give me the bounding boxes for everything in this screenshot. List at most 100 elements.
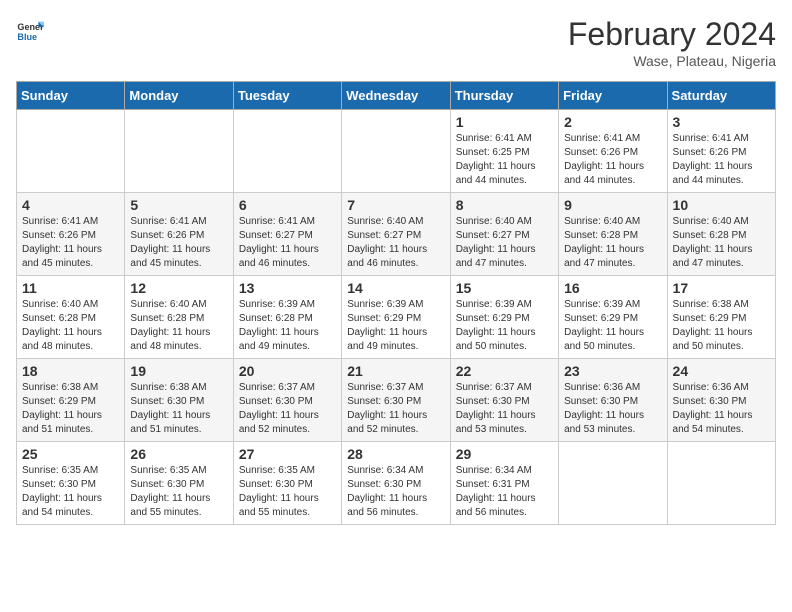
day-number: 11 <box>22 280 119 296</box>
day-info: Sunrise: 6:37 AM Sunset: 6:30 PM Dayligh… <box>456 381 553 437</box>
table-row: 8Sunrise: 6:40 AM Sunset: 6:27 PM Daylig… <box>450 193 558 276</box>
table-row <box>125 110 233 193</box>
table-row: 2 Sunrise: 6:41 AM Sunset: 6:26 PM Daylig… <box>559 110 667 193</box>
day-number: 19 <box>130 363 227 379</box>
day-info: Sunrise: 6:39 AM Sunset: 6:29 PM Dayligh… <box>347 298 444 354</box>
table-row: 27 Sunrise: 6:35 AM Sunset: 6:30 PM Dayli… <box>233 442 341 525</box>
day-number: 23 <box>564 363 661 379</box>
day-number: 12 <box>130 280 227 296</box>
table-row: 1 Sunrise: 6:41 AM Sunset: 6:25 PM Daylig… <box>450 110 558 193</box>
table-row: 16 Sunrise: 6:39 AM Sunset: 6:29 PM Dayli… <box>559 276 667 359</box>
day-number: 13 <box>239 280 336 296</box>
table-row: 4 Sunrise: 6:41 AM Sunset: 6:26 PM Daylig… <box>17 193 125 276</box>
table-row: 23Sunrise: 6:36 AM Sunset: 6:30 PM Dayli… <box>559 359 667 442</box>
day-info: Sunrise: 6:39 AM Sunset: 6:29 PM Dayligh… <box>564 298 661 354</box>
col-thursday: Thursday <box>450 82 558 110</box>
table-row: 19 Sunrise: 6:38 AM Sunset: 6:30 PM Dayli… <box>125 359 233 442</box>
table-row: 17 Sunrise: 6:38 AM Sunset: 6:29 PM Dayli… <box>667 276 775 359</box>
day-info: Sunrise: 6:40 AM Sunset: 6:28 PM Dayligh… <box>673 215 770 271</box>
day-info: Sunrise: 6:34 AM Sunset: 6:30 PM Dayligh… <box>347 464 444 520</box>
day-number: 17 <box>673 280 770 296</box>
table-row: 20Sunrise: 6:37 AM Sunset: 6:30 PM Dayli… <box>233 359 341 442</box>
table-row: 26 Sunrise: 6:35 AM Sunset: 6:30 PM Dayli… <box>125 442 233 525</box>
day-info: Sunrise: 6:39 AM Sunset: 6:29 PM Dayligh… <box>456 298 553 354</box>
day-info: Sunrise: 6:35 AM Sunset: 6:30 PM Dayligh… <box>130 464 227 520</box>
day-info: Sunrise: 6:38 AM Sunset: 6:29 PM Dayligh… <box>22 381 119 437</box>
table-row: 24Sunrise: 6:36 AM Sunset: 6:30 PM Dayli… <box>667 359 775 442</box>
day-info: Sunrise: 6:41 AM Sunset: 6:25 PM Dayligh… <box>456 132 553 188</box>
day-info: Sunrise: 6:38 AM Sunset: 6:29 PM Dayligh… <box>673 298 770 354</box>
day-info: Sunrise: 6:35 AM Sunset: 6:30 PM Dayligh… <box>239 464 336 520</box>
table-row: 6 Sunrise: 6:41 AM Sunset: 6:27 PM Daylig… <box>233 193 341 276</box>
table-row <box>342 110 450 193</box>
table-row <box>233 110 341 193</box>
table-row: 22Sunrise: 6:37 AM Sunset: 6:30 PM Dayli… <box>450 359 558 442</box>
table-row: 25 Sunrise: 6:35 AM Sunset: 6:30 PM Dayli… <box>17 442 125 525</box>
day-info: Sunrise: 6:39 AM Sunset: 6:28 PM Dayligh… <box>239 298 336 354</box>
day-info: Sunrise: 6:35 AM Sunset: 6:30 PM Dayligh… <box>22 464 119 520</box>
col-wednesday: Wednesday <box>342 82 450 110</box>
day-number: 4 <box>22 197 119 213</box>
day-number: 27 <box>239 446 336 462</box>
day-number: 28 <box>347 446 444 462</box>
day-number: 20 <box>239 363 336 379</box>
day-number: 9 <box>564 197 661 213</box>
day-number: 24 <box>673 363 770 379</box>
calendar-week-row: 11 Sunrise: 6:40 AM Sunset: 6:28 PM Dayli… <box>17 276 776 359</box>
calendar-title: February 2024 <box>568 16 776 53</box>
day-info: Sunrise: 6:40 AM Sunset: 6:27 PM Dayligh… <box>456 215 553 271</box>
table-row <box>667 442 775 525</box>
day-info: Sunrise: 6:41 AM Sunset: 6:26 PM Dayligh… <box>22 215 119 271</box>
day-info: Sunrise: 6:41 AM Sunset: 6:27 PM Dayligh… <box>239 215 336 271</box>
col-tuesday: Tuesday <box>233 82 341 110</box>
day-number: 15 <box>456 280 553 296</box>
day-number: 25 <box>22 446 119 462</box>
day-info: Sunrise: 6:40 AM Sunset: 6:28 PM Dayligh… <box>564 215 661 271</box>
calendar-header-row: Sunday Monday Tuesday Wednesday Thursday… <box>17 82 776 110</box>
table-row: 28 Sunrise: 6:34 AM Sunset: 6:30 PM Dayli… <box>342 442 450 525</box>
day-number: 5 <box>130 197 227 213</box>
page-header: General Blue February 2024 Wase, Plateau… <box>16 16 776 69</box>
table-row: 18 Sunrise: 6:38 AM Sunset: 6:29 PM Dayli… <box>17 359 125 442</box>
table-row: 3 Sunrise: 6:41 AM Sunset: 6:26 PM Daylig… <box>667 110 775 193</box>
table-row: 7 Sunrise: 6:40 AM Sunset: 6:27 PM Daylig… <box>342 193 450 276</box>
day-number: 14 <box>347 280 444 296</box>
col-monday: Monday <box>125 82 233 110</box>
day-info: Sunrise: 6:41 AM Sunset: 6:26 PM Dayligh… <box>564 132 661 188</box>
day-number: 6 <box>239 197 336 213</box>
calendar-week-row: 4 Sunrise: 6:41 AM Sunset: 6:26 PM Daylig… <box>17 193 776 276</box>
day-number: 10 <box>673 197 770 213</box>
day-number: 3 <box>673 114 770 130</box>
calendar-subtitle: Wase, Plateau, Nigeria <box>568 53 776 69</box>
day-number: 29 <box>456 446 553 462</box>
day-info: Sunrise: 6:40 AM Sunset: 6:28 PM Dayligh… <box>130 298 227 354</box>
calendar-week-row: 18 Sunrise: 6:38 AM Sunset: 6:29 PM Dayli… <box>17 359 776 442</box>
day-info: Sunrise: 6:41 AM Sunset: 6:26 PM Dayligh… <box>130 215 227 271</box>
day-number: 26 <box>130 446 227 462</box>
table-row: 10 Sunrise: 6:40 AM Sunset: 6:28 PM Dayli… <box>667 193 775 276</box>
day-info: Sunrise: 6:34 AM Sunset: 6:31 PM Dayligh… <box>456 464 553 520</box>
table-row: 11 Sunrise: 6:40 AM Sunset: 6:28 PM Dayli… <box>17 276 125 359</box>
day-number: 16 <box>564 280 661 296</box>
table-row: 13 Sunrise: 6:39 AM Sunset: 6:28 PM Dayli… <box>233 276 341 359</box>
table-row: 12 Sunrise: 6:40 AM Sunset: 6:28 PM Dayli… <box>125 276 233 359</box>
table-row: 5 Sunrise: 6:41 AM Sunset: 6:26 PM Daylig… <box>125 193 233 276</box>
day-number: 2 <box>564 114 661 130</box>
day-info: Sunrise: 6:38 AM Sunset: 6:30 PM Dayligh… <box>130 381 227 437</box>
day-info: Sunrise: 6:40 AM Sunset: 6:28 PM Dayligh… <box>22 298 119 354</box>
day-info: Sunrise: 6:37 AM Sunset: 6:30 PM Dayligh… <box>347 381 444 437</box>
logo-icon: General Blue <box>16 16 44 44</box>
svg-text:Blue: Blue <box>17 32 37 42</box>
table-row: 29 Sunrise: 6:34 AM Sunset: 6:31 PM Dayli… <box>450 442 558 525</box>
day-info: Sunrise: 6:41 AM Sunset: 6:26 PM Dayligh… <box>673 132 770 188</box>
col-friday: Friday <box>559 82 667 110</box>
col-saturday: Saturday <box>667 82 775 110</box>
day-number: 18 <box>22 363 119 379</box>
day-number: 7 <box>347 197 444 213</box>
calendar-week-row: 1 Sunrise: 6:41 AM Sunset: 6:25 PM Daylig… <box>17 110 776 193</box>
day-info: Sunrise: 6:40 AM Sunset: 6:27 PM Dayligh… <box>347 215 444 271</box>
day-number: 1 <box>456 114 553 130</box>
table-row: 15 Sunrise: 6:39 AM Sunset: 6:29 PM Dayli… <box>450 276 558 359</box>
table-row: 14 Sunrise: 6:39 AM Sunset: 6:29 PM Dayli… <box>342 276 450 359</box>
col-sunday: Sunday <box>17 82 125 110</box>
